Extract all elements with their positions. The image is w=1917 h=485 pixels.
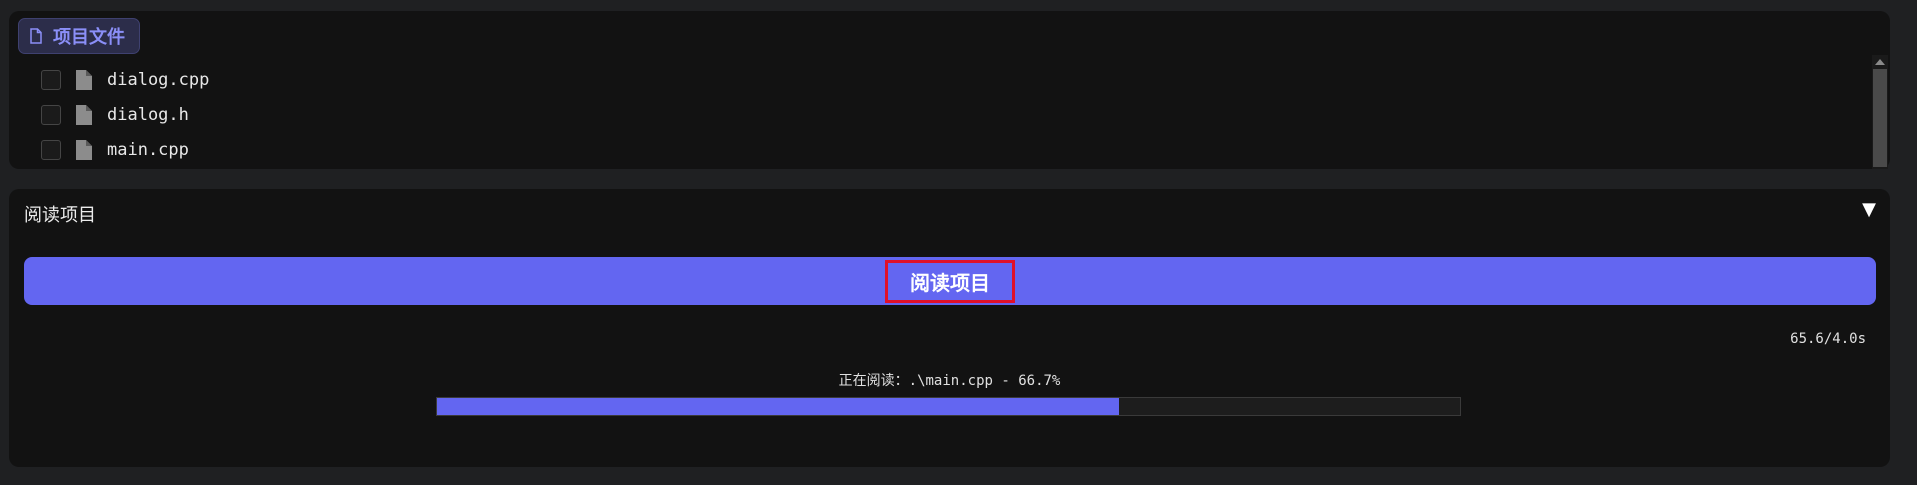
list-item[interactable]: dialog.h (41, 97, 209, 132)
file-list-scrollbar[interactable] (1872, 55, 1888, 169)
progress-bar-fill (437, 398, 1120, 415)
file-list: dialog.cpp dialog.h main.cpp (41, 62, 209, 167)
file-checkbox[interactable] (41, 104, 61, 125)
section-title: 阅读项目 (24, 205, 96, 226)
tab-project-files[interactable]: 项目文件 (18, 18, 140, 54)
progress-bar (436, 397, 1461, 416)
file-checkbox[interactable] (41, 139, 61, 160)
tab-label: 项目文件 (53, 27, 125, 48)
list-item[interactable]: main.cpp (41, 132, 209, 167)
read-project-button[interactable]: 阅读项目 (24, 257, 1876, 305)
elapsed-timer: 65.6/4.0s (1790, 331, 1866, 347)
file-icon (76, 69, 92, 90)
progress-status-text: 正在阅读：.\main.cpp - 66.7% (838, 373, 1061, 389)
list-item[interactable]: dialog.cpp (41, 62, 209, 97)
file-checkbox[interactable] (41, 69, 61, 90)
file-icon (76, 104, 92, 125)
file-name: dialog.h (107, 104, 189, 125)
scrollbar-thumb[interactable] (1873, 69, 1887, 167)
file-name: dialog.cpp (107, 69, 210, 90)
read-project-panel: 阅读项目 ▼ 阅读项目 65.6/4.0s 正在阅读：.\main.cpp - … (9, 189, 1890, 467)
file-name: main.cpp (107, 139, 189, 160)
file-icon (76, 139, 92, 160)
document-icon (30, 28, 42, 44)
project-files-panel: 项目文件 dialog.cpp dialog.h main.cpp (9, 11, 1890, 169)
collapse-toggle-icon[interactable]: ▼ (1862, 199, 1876, 220)
read-project-button-label: 阅读项目 (885, 259, 1015, 303)
scroll-up-arrow-icon[interactable] (1875, 59, 1885, 65)
